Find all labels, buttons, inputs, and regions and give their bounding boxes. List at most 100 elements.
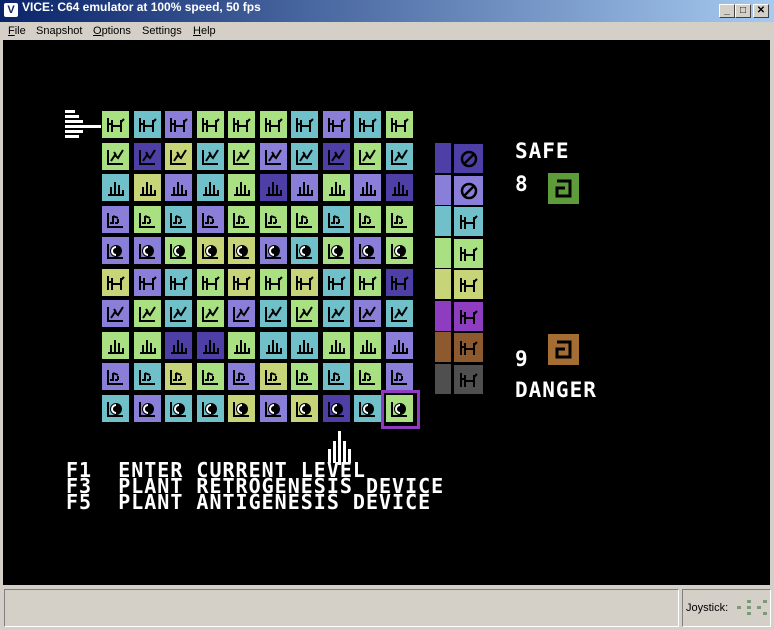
grid-cell[interactable] <box>164 141 193 171</box>
grid-cell[interactable] <box>132 173 162 202</box>
grid-cell[interactable] <box>227 110 256 139</box>
grid-cell[interactable] <box>290 204 319 234</box>
grid-cell[interactable] <box>132 299 162 328</box>
grid-cell[interactable] <box>227 173 256 202</box>
grid-cell[interactable] <box>227 299 256 328</box>
grid-cell[interactable] <box>164 173 193 202</box>
grid-cell[interactable] <box>258 141 288 171</box>
grid-cell[interactable] <box>321 362 351 391</box>
grid-cell[interactable] <box>227 267 256 297</box>
grid-cell[interactable] <box>164 393 193 423</box>
grid-cell[interactable] <box>101 173 130 202</box>
close-icon[interactable]: ✕ <box>753 4 769 18</box>
grid-cell[interactable] <box>164 362 193 391</box>
grid-cell[interactable] <box>290 173 319 202</box>
grid-cell[interactable] <box>258 110 288 139</box>
grid-cell[interactable] <box>321 141 351 171</box>
grid-cell[interactable] <box>101 141 130 171</box>
grid-cell[interactable] <box>384 236 414 265</box>
grid-cell[interactable] <box>321 299 351 328</box>
grid-cell[interactable] <box>353 236 382 265</box>
grid-cell[interactable] <box>101 299 130 328</box>
grid-cell[interactable] <box>321 110 351 139</box>
maximize-icon[interactable]: □ <box>735 4 751 18</box>
grid-cell[interactable] <box>353 393 382 423</box>
grid-cell[interactable] <box>132 267 162 297</box>
grid-cell[interactable] <box>258 267 288 297</box>
grid-cell[interactable] <box>227 236 256 265</box>
grid-cell[interactable] <box>290 330 319 360</box>
grid-cell[interactable] <box>227 362 256 391</box>
grid-cell[interactable] <box>132 141 162 171</box>
grid-cell[interactable] <box>195 330 225 360</box>
grid-cell[interactable] <box>384 330 414 360</box>
grid-cell[interactable] <box>353 173 382 202</box>
c64-screen[interactable]: SAFE 8 9 DANGER F1 ENTER CURRENT LEVEL F… <box>3 40 770 585</box>
grid-cell[interactable] <box>290 236 319 265</box>
menu-help[interactable]: Help <box>193 22 216 40</box>
grid-cell[interactable] <box>132 110 162 139</box>
grid-cell[interactable] <box>101 362 130 391</box>
grid-cell[interactable] <box>195 173 225 202</box>
grid-cell[interactable] <box>353 299 382 328</box>
grid-cell[interactable] <box>290 362 319 391</box>
grid-cell[interactable] <box>132 393 162 423</box>
grid-cell[interactable] <box>164 267 193 297</box>
grid-cell[interactable] <box>321 173 351 202</box>
grid-cell[interactable] <box>101 110 130 139</box>
grid-cell[interactable] <box>258 330 288 360</box>
grid-cell[interactable] <box>227 141 256 171</box>
grid-cell[interactable] <box>227 330 256 360</box>
grid-cell[interactable] <box>132 236 162 265</box>
grid-cell[interactable] <box>290 110 319 139</box>
grid-cell[interactable] <box>353 362 382 391</box>
grid-cell[interactable] <box>164 330 193 360</box>
grid-cell[interactable] <box>353 267 382 297</box>
grid-cell[interactable] <box>384 173 414 202</box>
grid-cell[interactable] <box>101 393 130 423</box>
grid-cell[interactable] <box>290 141 319 171</box>
grid-cell[interactable] <box>258 204 288 234</box>
grid-cell[interactable] <box>164 236 193 265</box>
grid-cell[interactable] <box>384 267 414 297</box>
grid-cell[interactable] <box>384 204 414 234</box>
grid-cell[interactable] <box>384 362 414 391</box>
minimize-icon[interactable]: _ <box>719 4 735 18</box>
menu-options[interactable]: Options <box>93 22 131 40</box>
grid-cell[interactable] <box>290 393 319 423</box>
grid-cell[interactable] <box>132 330 162 360</box>
title-bar[interactable]: V VICE: C64 emulator at 100% speed, 50 f… <box>0 0 774 22</box>
grid-cell[interactable] <box>384 299 414 328</box>
grid-cell[interactable] <box>101 204 130 234</box>
grid-cell[interactable] <box>195 204 225 234</box>
grid-cell[interactable] <box>132 204 162 234</box>
grid-cell[interactable] <box>195 236 225 265</box>
menu-snapshot[interactable]: Snapshot <box>36 22 82 40</box>
grid-cell[interactable] <box>195 110 225 139</box>
grid-cell[interactable] <box>321 330 351 360</box>
grid-cell[interactable] <box>132 362 162 391</box>
grid-cell[interactable] <box>227 204 256 234</box>
grid-cell[interactable] <box>195 393 225 423</box>
grid-cell[interactable] <box>290 299 319 328</box>
grid-cell[interactable] <box>258 236 288 265</box>
grid-cell[interactable] <box>384 141 414 171</box>
grid-cell[interactable] <box>195 362 225 391</box>
grid-cell[interactable] <box>164 299 193 328</box>
grid-cell[interactable] <box>321 267 351 297</box>
grid-cell[interactable] <box>227 393 256 423</box>
grid-cell[interactable] <box>258 299 288 328</box>
grid-cell[interactable] <box>195 141 225 171</box>
grid-cell[interactable] <box>164 110 193 139</box>
grid-cell[interactable] <box>195 299 225 328</box>
grid-cell[interactable] <box>353 330 382 360</box>
grid-cell[interactable] <box>101 330 130 360</box>
menu-file[interactable]: File <box>8 22 26 40</box>
grid-cell[interactable] <box>258 393 288 423</box>
vice-icon[interactable]: V <box>4 3 18 17</box>
grid-cell[interactable] <box>353 204 382 234</box>
grid-cell[interactable] <box>258 362 288 391</box>
grid-cell[interactable] <box>321 393 351 423</box>
grid-cell[interactable] <box>164 204 193 234</box>
menu-settings[interactable]: Settings <box>142 22 182 40</box>
